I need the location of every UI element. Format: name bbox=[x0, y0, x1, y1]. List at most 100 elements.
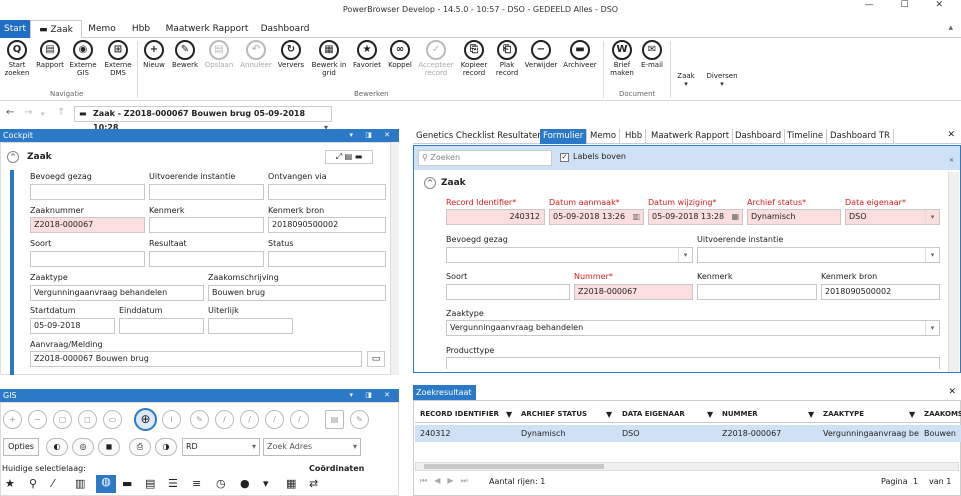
cockpit-scrollbar[interactable] bbox=[390, 142, 399, 375]
soort-field[interactable] bbox=[30, 251, 145, 267]
zoom-extent-icon[interactable]: ◻ bbox=[78, 410, 97, 429]
producttype-select[interactable] bbox=[446, 357, 940, 369]
swap-icon[interactable]: ⇄ bbox=[309, 477, 318, 490]
col-record-identifier[interactable]: RECORD IDENTIFIER bbox=[420, 407, 499, 422]
filter-icon[interactable]: ▼ bbox=[909, 407, 915, 422]
layer-select[interactable]: RD ▾ bbox=[182, 438, 260, 456]
tab-dashboard[interactable]: Dashboard bbox=[256, 20, 314, 38]
collapse-ribbon-icon[interactable]: ▴ bbox=[948, 23, 953, 33]
pan-icon[interactable]: ▭ bbox=[103, 410, 122, 429]
zaaknummer-field[interactable]: Z2018-000067 bbox=[30, 217, 145, 233]
back-icon[interactable]: ← bbox=[6, 107, 14, 118]
tab-hbb[interactable]: Hbb bbox=[126, 20, 156, 38]
diversen-dropdown[interactable]: Diversen ▾ bbox=[704, 72, 740, 88]
export-icon[interactable]: ◑ bbox=[155, 438, 177, 456]
forward-icon[interactable]: → bbox=[24, 107, 32, 118]
info-icon[interactable]: i bbox=[162, 410, 181, 429]
window-controls[interactable]: — ☐ ✕ bbox=[865, 0, 955, 10]
calendar-icon[interactable]: ▦ bbox=[286, 477, 296, 490]
select-icon[interactable]: ◐ bbox=[46, 438, 68, 456]
collapse-icon[interactable]: ^ bbox=[424, 177, 436, 189]
aanvraag-melding-field[interactable]: Z2018-000067 Bouwen brug bbox=[30, 351, 362, 367]
list-icon[interactable]: ☰ bbox=[168, 477, 178, 490]
col-archief-status[interactable]: ARCHIEF STATUS bbox=[521, 407, 587, 422]
form-scrollbar[interactable] bbox=[948, 172, 959, 372]
tab-maatwerk-rapport[interactable]: Maatwerk Rapport bbox=[648, 129, 734, 144]
status-field[interactable] bbox=[268, 251, 386, 267]
annuleer-button[interactable]: ↶ Annuleer bbox=[238, 40, 274, 69]
draw-area-icon[interactable]: / bbox=[240, 410, 259, 429]
opslaan-button[interactable]: ▤ Opslaan bbox=[203, 40, 235, 69]
tab-maatwerk-rapport[interactable]: Maatwerk Rapport bbox=[162, 20, 252, 38]
kenmerk-field[interactable] bbox=[697, 284, 817, 300]
ontvangen-via-field[interactable] bbox=[268, 184, 386, 200]
menu-icon[interactable]: ≡ bbox=[192, 477, 201, 490]
tab-memo[interactable]: Memo bbox=[587, 129, 621, 144]
search-input[interactable]: ⚲ Zoeken bbox=[418, 150, 552, 166]
zaaktype-field[interactable]: Vergunningaanvraag behandelen bbox=[30, 285, 204, 301]
labels-boven-checkbox[interactable]: ✓ bbox=[560, 153, 569, 162]
draw-icon[interactable]: ✎ bbox=[190, 410, 209, 429]
tab-start[interactable]: Start bbox=[0, 20, 30, 38]
bevoegd-gezag-field[interactable] bbox=[30, 184, 145, 200]
pencil-icon[interactable]: ✎ bbox=[350, 410, 369, 429]
startdatum-field[interactable]: 05-09-2018 bbox=[30, 318, 115, 334]
collapse-icon[interactable]: ✕ bbox=[949, 157, 954, 164]
filter-icon[interactable]: ▼ bbox=[506, 407, 512, 422]
filter-icon[interactable]: ▼ bbox=[606, 407, 612, 422]
close-icon[interactable]: ✕ bbox=[947, 130, 955, 140]
uitvoerende-instantie-field[interactable] bbox=[149, 184, 264, 200]
tab-memo[interactable]: Memo bbox=[84, 20, 120, 38]
data-eigenaar-select[interactable]: DSO ▾ bbox=[845, 209, 940, 225]
cockpit-actions[interactable]: ⤢ ▤ ▬ bbox=[325, 150, 373, 164]
results-tab[interactable]: Zoekresultaat bbox=[413, 385, 476, 400]
open-window-icon[interactable]: ▭ bbox=[367, 351, 385, 367]
print-icon[interactable]: ⎙ bbox=[129, 438, 151, 456]
tab-genetics-checklist[interactable]: Genetics Checklist Resultaten bbox=[413, 129, 547, 144]
datum-wijziging-field[interactable]: 05-09-2018 13:28 ▦ bbox=[648, 209, 743, 225]
bewerk-button[interactable]: ✎ Bewerk bbox=[170, 40, 200, 69]
search-icon[interactable]: ⚲ bbox=[29, 477, 37, 490]
nummer-field[interactable]: Z2018-000067 bbox=[574, 284, 693, 300]
favoriet-button[interactable]: ★ Favoriet bbox=[351, 40, 383, 69]
tab-hbb[interactable]: Hbb bbox=[622, 129, 647, 144]
magic-wand-icon[interactable]: ⁄ bbox=[52, 477, 54, 490]
email-button[interactable]: ✉ E-mail bbox=[638, 40, 666, 69]
zoom-out-icon[interactable]: − bbox=[28, 410, 47, 429]
col-nummer[interactable]: NUMMER bbox=[722, 407, 758, 422]
archief-status-field[interactable]: Dynamisch bbox=[747, 209, 841, 225]
panel-controls[interactable]: ▾ ◨ ✕ bbox=[350, 129, 395, 142]
resultaat-field[interactable] bbox=[149, 251, 264, 267]
tab-zaak[interactable]: ▬ Zaak bbox=[30, 20, 82, 39]
filter-icon[interactable]: ▼ bbox=[808, 407, 814, 422]
collapse-icon[interactable]: ^ bbox=[7, 151, 19, 163]
plak-record-button[interactable]: ⎗ Plak record bbox=[493, 40, 521, 77]
zaakomschrijving-field[interactable]: Bouwen brug bbox=[208, 285, 386, 301]
uiterlijk-field[interactable] bbox=[208, 318, 293, 334]
pager-nav[interactable]: ⏮◀▶⏭ bbox=[420, 476, 475, 486]
kenmerk-bron-field[interactable]: 2018090500002 bbox=[821, 284, 940, 300]
close-icon[interactable]: ✕ bbox=[948, 387, 956, 397]
zaak-dropdown[interactable]: Zaak ▾ bbox=[674, 72, 698, 88]
breadcrumb[interactable]: ▬ Zaak - Z2018-000067 Bouwen brug 05-09-2… bbox=[74, 106, 332, 132]
zoek-adres-select[interactable]: Zoek Adres ▾ bbox=[263, 438, 361, 456]
externe-dms-button[interactable]: ⊞ Externe DMS bbox=[103, 40, 133, 77]
ververs-button[interactable]: ↻ Ververs bbox=[276, 40, 306, 69]
document-icon[interactable]: ▤ bbox=[145, 477, 155, 490]
zaaktype-select[interactable]: Vergunningaanvraag behandelen ▾ bbox=[446, 320, 940, 336]
layer-icon[interactable]: ▬ bbox=[122, 477, 132, 490]
up-icon[interactable]: ↑ bbox=[57, 107, 65, 118]
horizontal-scrollbar[interactable] bbox=[415, 462, 959, 471]
datum-aanmaak-field[interactable]: 05-09-2018 13:26 ▥ bbox=[549, 209, 644, 225]
col-data-eigenaar[interactable]: DATA EIGENAAR bbox=[622, 407, 685, 422]
edit-icon[interactable]: / bbox=[290, 410, 309, 429]
zoom-in-icon[interactable]: + bbox=[3, 410, 22, 429]
layers-icon[interactable]: ◎ bbox=[72, 438, 94, 456]
page-number[interactable]: 1 bbox=[913, 477, 918, 486]
col-zaaktype[interactable]: ZAAKTYPE bbox=[823, 407, 864, 422]
einddatum-field[interactable] bbox=[119, 318, 204, 334]
externe-gis-button[interactable]: ◉ Externe GIS bbox=[68, 40, 98, 77]
chart-icon[interactable]: ▥ bbox=[75, 477, 85, 490]
star-icon[interactable]: ★ bbox=[5, 477, 15, 490]
camera-icon[interactable]: ◼ bbox=[98, 438, 120, 456]
